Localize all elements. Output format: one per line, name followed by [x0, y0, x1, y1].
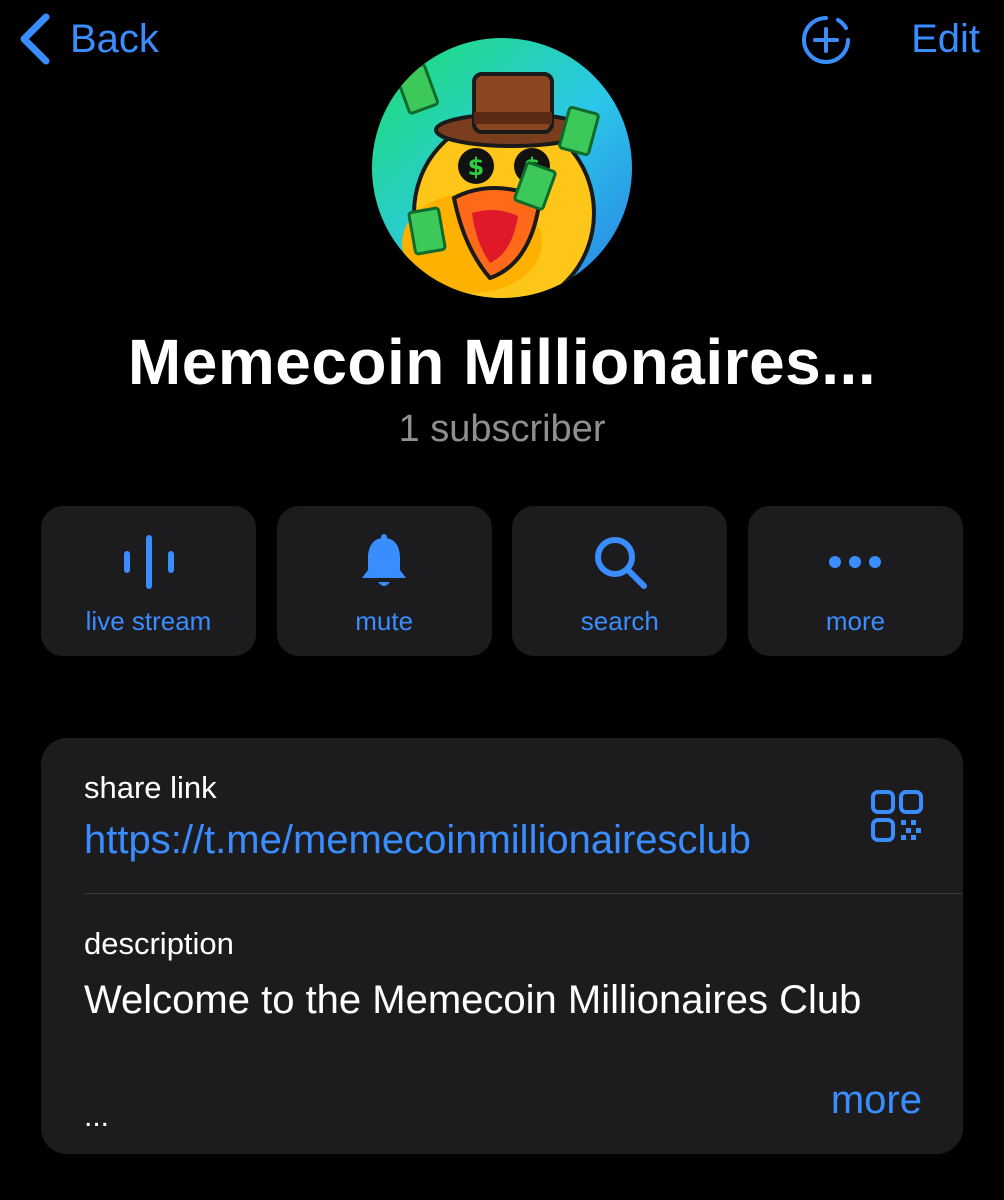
more-label: more: [825, 606, 886, 636]
description-text: Welcome to the Memecoin Millionaires Clu…: [84, 978, 862, 1022]
search-button[interactable]: search: [512, 506, 728, 656]
channel-avatar[interactable]: $ $: [372, 38, 632, 298]
duck-avatar-image: $ $: [372, 38, 632, 298]
channel-title: Memecoin Millionaires...: [127, 326, 877, 398]
share-link-label: share link: [84, 770, 217, 805]
subscriber-count: 1 subscriber: [398, 408, 606, 450]
more-button[interactable]: more: [747, 506, 963, 656]
description-label: description: [84, 926, 234, 961]
action-bar: live stream mute search more: [41, 506, 963, 656]
qr-code-icon[interactable]: [869, 788, 925, 844]
search-label: search: [580, 606, 659, 636]
info-card: share link https://t.me/memecoinmilliona…: [41, 738, 963, 1154]
live-stream-label: live stream: [85, 606, 212, 636]
mute-label: mute: [355, 606, 414, 636]
back-button[interactable]: Back: [18, 13, 159, 65]
description-ellipsis: ...: [84, 1100, 110, 1133]
add-member-icon[interactable]: [800, 14, 852, 66]
more-dots-icon: [829, 556, 882, 568]
bell-icon: [362, 534, 407, 586]
divider: [84, 893, 963, 894]
share-link-url[interactable]: https://t.me/memecoinmillionairesclub: [84, 818, 751, 863]
svg-text:$: $: [468, 153, 485, 181]
search-icon: [594, 537, 647, 589]
live-stream-button[interactable]: live stream: [41, 506, 256, 656]
live-stream-icon: [123, 535, 174, 589]
description-more-link[interactable]: more: [831, 1078, 922, 1123]
back-label: Back: [70, 16, 159, 61]
mute-button[interactable]: mute: [276, 506, 492, 656]
edit-button[interactable]: Edit: [911, 14, 980, 64]
chevron-left-icon: [20, 13, 50, 65]
